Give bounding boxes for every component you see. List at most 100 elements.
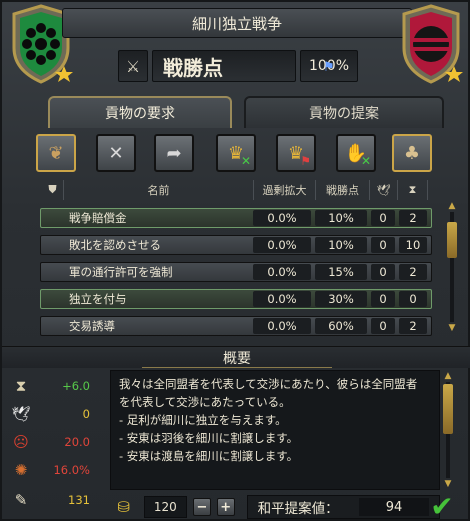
peace-offer-value-box: 和平提案値： 94 [246, 495, 440, 519]
flag-icon[interactable]: ⚑ [318, 58, 340, 76]
crown-flag-button[interactable]: ♛ ⚑ [276, 134, 316, 172]
enemy-country-shield[interactable] [398, 4, 464, 84]
gold-amount[interactable]: 120 [143, 496, 188, 518]
shield-col-icon[interactable]: ⛊ [42, 180, 64, 200]
row-war-score: 10% [315, 210, 367, 226]
decrease-gold-button[interactable]: − [193, 498, 211, 516]
row-value-a: 0 [371, 210, 395, 226]
peace-offer-value: 94 [359, 498, 429, 516]
row-value-a: 0 [371, 264, 395, 280]
window-title: 細川独立戦争 [62, 8, 412, 38]
col-war-score[interactable]: 戦勝点 [316, 180, 370, 200]
row-value-b: 2 [399, 264, 427, 280]
scroll-thumb[interactable] [447, 222, 457, 258]
table-row[interactable]: 独立を付与 0.0% 30% 0 0 [40, 289, 432, 309]
stat-overextension: ✺ 16.0% [6, 456, 98, 484]
release-button[interactable]: ✕ [96, 134, 136, 172]
crossed-swords-icon: ⚔ [118, 50, 148, 82]
row-overextension: 0.0% [253, 318, 311, 334]
description-line: を代表して交渉にあたっている。 [119, 395, 291, 409]
peace-negotiation-window: 細川独立戦争 ⚔ 戦勝点 100% ⚑ 貢物の要求 貢物の提案 ❦ ✕ ➦ ♛ ✕ [0, 0, 470, 521]
confirm-checkmark-icon[interactable]: ✔ [422, 490, 462, 521]
row-value-b: 10 [399, 237, 427, 253]
row-overextension: 0.0% [253, 291, 311, 307]
stat-value: 0 [82, 407, 90, 421]
stat-value: 20.0 [64, 435, 90, 449]
demand-table: ⛊ 名前 過剰拡大 戦勝点 🕊 ⧗ 戦争賠償金 0.0% 10% 0 2 敗北を… [36, 180, 457, 338]
row-war-score: 30% [315, 291, 367, 307]
description-line: 我々は全同盟者を代表して交渉にあたり、彼らは全同盟者 [119, 377, 418, 391]
summary-title: 概要 [223, 350, 251, 367]
description-line: - 足利が細川に独立を与えます。 [119, 413, 287, 427]
scroll-up-icon[interactable]: ▲ [446, 200, 458, 212]
hourglass-col-icon[interactable]: ⧗ [398, 180, 428, 200]
stat-peace: 🕊 0 [6, 400, 98, 428]
tab-demand-tribute[interactable]: 貢物の要求 [48, 96, 232, 128]
stat-value: 16.0% [53, 463, 90, 477]
map-unrest-icon: ✺ [14, 461, 28, 479]
table-row[interactable]: 戦争賠償金 0.0% 10% 0 2 [40, 208, 432, 228]
description-line: - 安東は羽後を細川に割譲します。 [119, 431, 299, 445]
row-name: 戦争賠償金 [69, 211, 127, 225]
row-war-score: 15% [315, 264, 367, 280]
hand-cancel-button[interactable]: ✋ ✕ [336, 134, 376, 172]
bottom-bar: ⛁ 120 − + 和平提案値： 94 [110, 494, 440, 520]
row-value-a: 0 [371, 237, 395, 253]
table-row[interactable]: 敗北を認めさせる 0.0% 10% 0 10 [40, 235, 432, 255]
gold-coins-icon: ⛁ [117, 498, 131, 516]
row-name: 交易誘導 [69, 319, 115, 333]
demand-button-row: ❦ ✕ ➦ ♛ ✕ ♛ ⚑ ✋ ✕ ♣ [36, 134, 436, 174]
row-name: 軍の通行許可を強制 [69, 265, 173, 279]
row-value-b: 2 [399, 318, 427, 334]
dove-icon: 🕊 [11, 405, 31, 423]
humiliate-icon: ♣ [403, 142, 421, 164]
hourglass-icon: ⧗ [15, 377, 27, 395]
row-value-b: 0 [399, 291, 427, 307]
row-war-score: 60% [315, 318, 367, 334]
stat-aggressive-expansion: ☹ 20.0 [6, 428, 98, 456]
row-value-a: 0 [371, 291, 395, 307]
scroll-thumb[interactable] [443, 384, 453, 434]
row-value-b: 2 [399, 210, 427, 226]
enemy-shield-emblem [402, 4, 463, 84]
dove-col-icon[interactable]: 🕊 [370, 180, 398, 200]
release-icon: ✕ [108, 142, 124, 164]
table-row[interactable]: 交易誘導 0.0% 60% 0 2 [40, 316, 432, 336]
scroll-down-icon[interactable]: ▼ [442, 478, 454, 490]
col-name[interactable]: 名前 [64, 180, 254, 200]
description-line: - 安東は渡島を細川に割譲します。 [119, 449, 299, 463]
table-header: ⛊ 名前 過剰拡大 戦勝点 🕊 ⧗ [42, 180, 428, 200]
col-overextension[interactable]: 過剰拡大 [254, 180, 316, 200]
quill-paper-icon: ✎ [14, 491, 28, 509]
row-overextension: 0.0% [253, 264, 311, 280]
stat-value: +6.0 [62, 379, 90, 393]
cede-province-icon: ❦ [48, 142, 64, 164]
cede-province-button[interactable]: ❦ [36, 134, 76, 172]
tab-offer-tribute[interactable]: 貢物の提案 [244, 96, 444, 128]
stat-prestige: ✎ 131 [6, 486, 98, 514]
scroll-up-icon[interactable]: ▲ [442, 370, 454, 382]
row-value-a: 0 [371, 318, 395, 334]
increase-gold-button[interactable]: + [216, 498, 235, 516]
description-scrollbar[interactable]: ▲ ▼ [442, 370, 454, 490]
angry-face-icon: ☹ [13, 433, 29, 451]
row-overextension: 0.0% [253, 237, 311, 253]
humiliate-button[interactable]: ♣ [392, 134, 432, 172]
table-scrollbar[interactable]: ▲ ▼ [446, 200, 458, 334]
summary-stats: ⧗ +6.0 🕊 0 ☹ 20.0 ✺ 16.0% ✎ 131 [6, 370, 98, 520]
return-button[interactable]: ➦ [154, 134, 194, 172]
row-war-score: 10% [315, 237, 367, 253]
stat-war-score: ⧗ +6.0 [6, 372, 98, 400]
row-name: 敗北を認めさせる [69, 238, 161, 252]
table-row[interactable]: 軍の通行許可を強制 0.0% 15% 0 2 [40, 262, 432, 282]
crown-cancel-button[interactable]: ♛ ✕ [216, 134, 256, 172]
summary-description: 我々は全同盟者を代表して交渉にあたり、彼らは全同盟者 を代表して交渉にあたってい… [110, 370, 440, 490]
row-name: 独立を付与 [69, 292, 127, 306]
scroll-down-icon[interactable]: ▼ [446, 322, 458, 334]
row-overextension: 0.0% [253, 210, 311, 226]
peace-offer-label: 和平提案値： [257, 501, 339, 517]
summary-header: 概要 [2, 346, 470, 368]
summary-divider [142, 367, 332, 368]
war-score-label: 戦勝点 [152, 50, 296, 82]
stat-value: 131 [68, 493, 90, 507]
